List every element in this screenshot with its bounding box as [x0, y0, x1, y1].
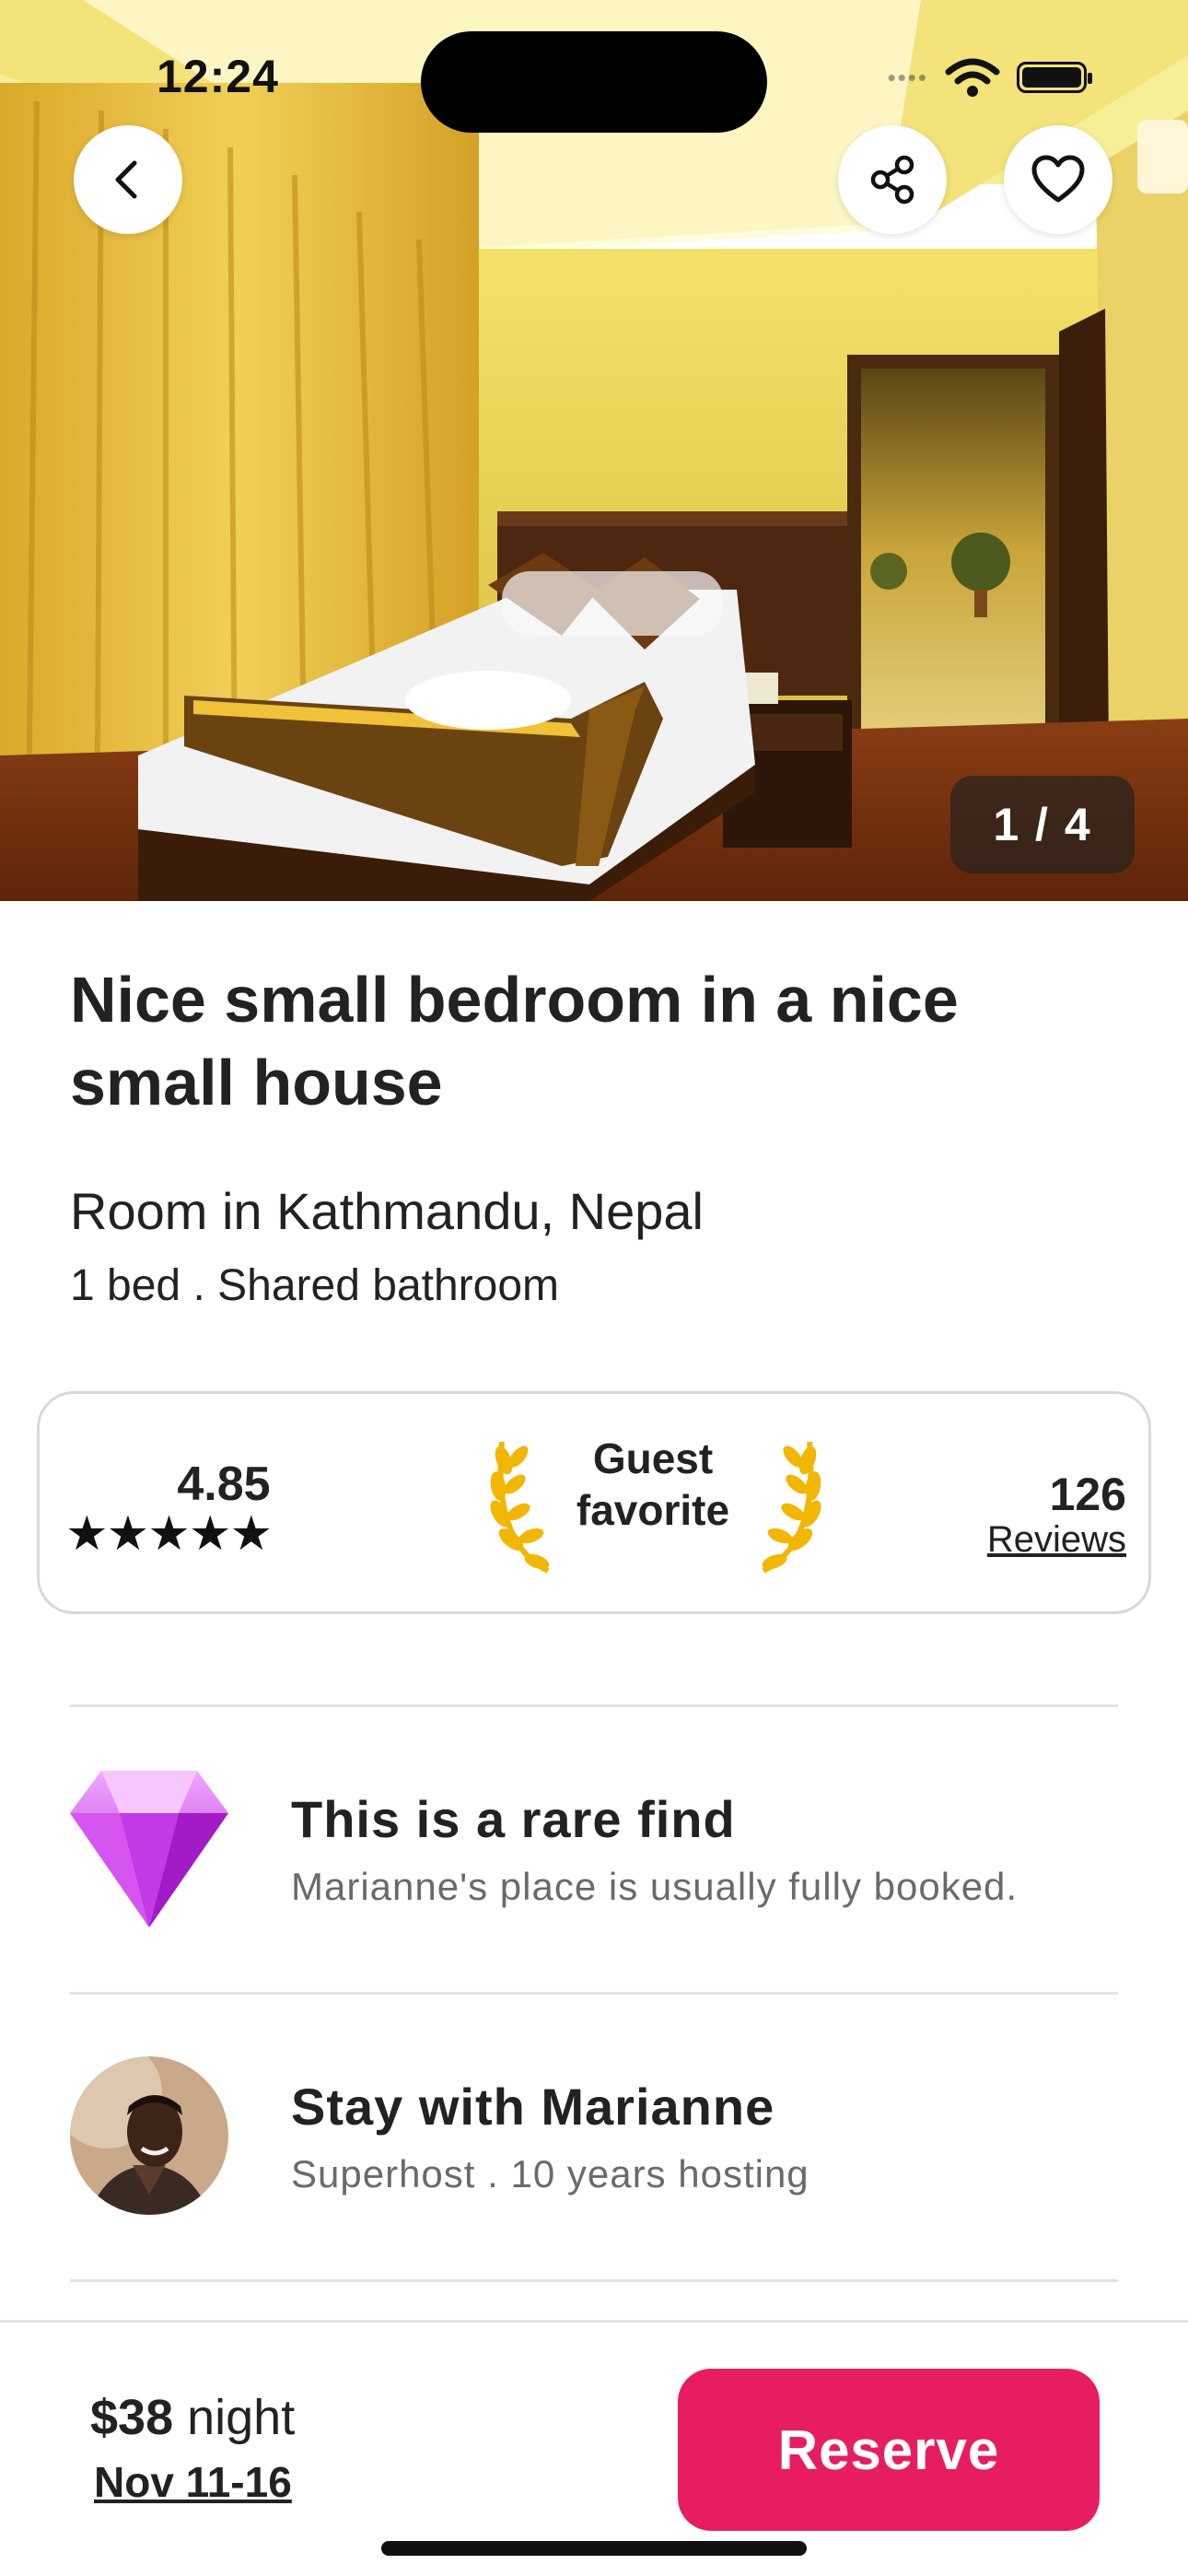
- host-avatar-image: [70, 2056, 228, 2215]
- divider: [70, 1992, 1118, 1995]
- host-subtitle: Superhost . 10 years hosting: [291, 2152, 809, 2195]
- badge-line-2: favorite: [576, 1486, 730, 1534]
- booking-bar: $38 night Nov 11-16 Reserve: [0, 2320, 1188, 2576]
- price-line: $38 night: [90, 2389, 295, 2446]
- review-count: 126: [1049, 1469, 1126, 1520]
- cellular-signal-icon: ••••: [887, 63, 928, 91]
- badge-line-1: Guest: [592, 1434, 714, 1482]
- back-button[interactable]: [74, 125, 182, 234]
- wifi-icon: [945, 58, 1000, 97]
- status-icons: ••••: [887, 57, 1092, 98]
- photo-counter: 1 / 4: [950, 776, 1135, 873]
- listing-details: 1 bed . Shared bathroom: [70, 1261, 560, 1310]
- dynamic-island: [421, 31, 767, 133]
- diamond-icon: [70, 1771, 228, 1927]
- status-time: 12:24: [157, 51, 279, 102]
- host-avatar[interactable]: [70, 2056, 228, 2215]
- share-button[interactable]: [838, 125, 947, 234]
- listing-photo[interactable]: [0, 0, 1188, 901]
- listing-location: Room in Kathmandu, Nepal: [70, 1182, 704, 1240]
- laurel-left-icon: [490, 1441, 550, 1574]
- reviews-link[interactable]: Reviews: [987, 1519, 1126, 1561]
- host-title: Stay with Marianne: [291, 2078, 775, 2136]
- guest-favorite-badge: Guest favorite: [555, 1433, 751, 1536]
- rating-stars: ★★★★★: [65, 1507, 273, 1561]
- listing-title: Nice small bedroom in a nice small house: [70, 964, 959, 1118]
- rare-find-subtitle: Marianne's place is usually fully booked…: [291, 1865, 1019, 1908]
- favorite-button[interactable]: [1004, 125, 1112, 234]
- rare-find-title: This is a rare find: [291, 1790, 736, 1848]
- listing-screen: 12:24 •••• 1 / 4 Nice small bedroom in a…: [0, 0, 1188, 2576]
- chevron-left-icon: [115, 160, 137, 199]
- rating-value: 4.85: [177, 1458, 271, 1511]
- rating-card[interactable]: 4.85 ★★★★★ Guest favorite 126 Reviews: [37, 1391, 1151, 1614]
- stay-dates[interactable]: Nov 11-16: [94, 2457, 292, 2507]
- nightly-price: $38: [90, 2390, 174, 2445]
- laurel-right-icon: [762, 1441, 821, 1574]
- divider: [70, 1704, 1118, 1707]
- share-icon: [870, 155, 914, 205]
- bedroom-photo-illustration: [0, 0, 1188, 901]
- price-unit: night: [173, 2390, 296, 2445]
- battery-icon: [1017, 62, 1092, 93]
- reserve-button[interactable]: Reserve: [678, 2369, 1100, 2531]
- home-indicator[interactable]: [381, 2541, 807, 2556]
- divider: [70, 2279, 1118, 2282]
- heart-icon: [1031, 155, 1085, 203]
